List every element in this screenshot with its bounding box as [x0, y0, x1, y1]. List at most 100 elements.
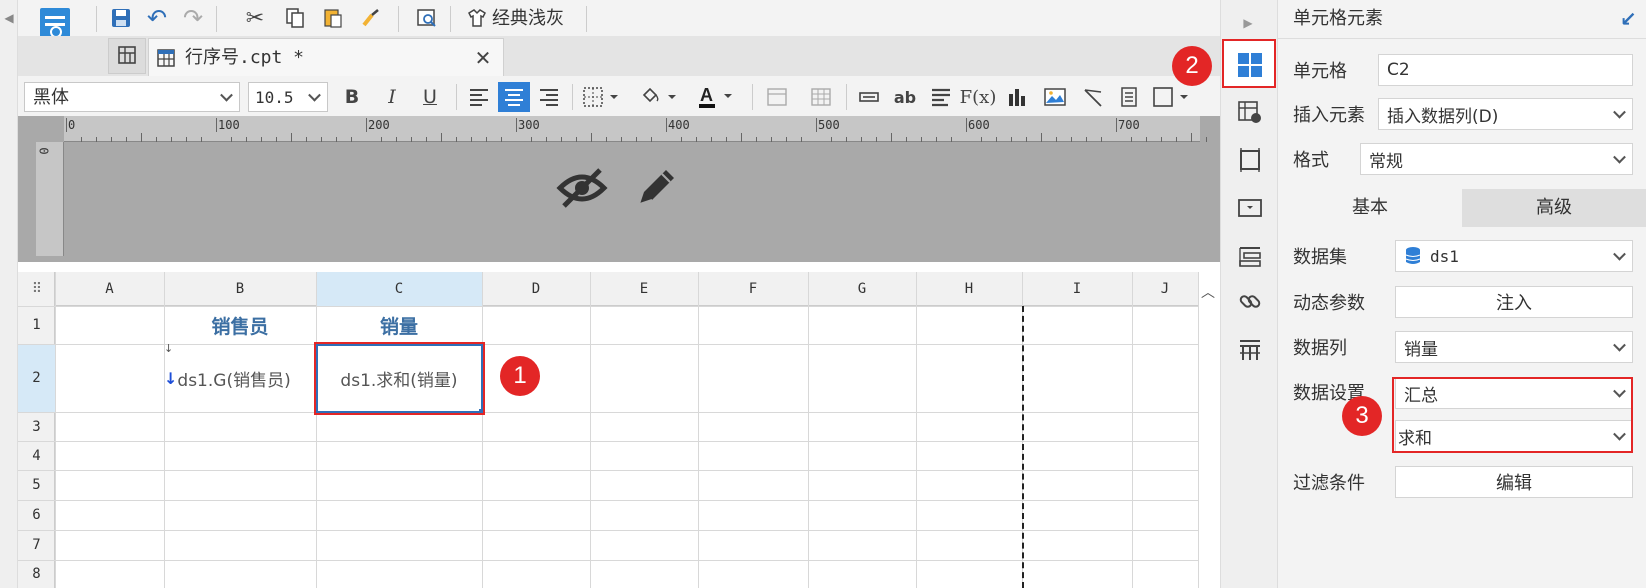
cell-field[interactable]: C2: [1378, 54, 1633, 86]
column-header-b[interactable]: B: [164, 272, 316, 306]
copy-icon[interactable]: [280, 4, 310, 32]
toolbar-separator: [752, 84, 753, 110]
ruler-tick: [591, 133, 592, 142]
subreport-icon[interactable]: [1114, 82, 1144, 112]
grid-row-line: [18, 441, 1198, 442]
column-header-h[interactable]: H: [916, 272, 1022, 306]
cell-attribute-icon[interactable]: [1234, 96, 1266, 128]
more-insert-icon[interactable]: [1148, 82, 1196, 112]
redo-icon[interactable]: ↷: [178, 4, 208, 32]
chart-icon[interactable]: [1002, 82, 1032, 112]
tab-advanced[interactable]: 高级: [1462, 189, 1646, 227]
data-column-select[interactable]: 销量: [1395, 331, 1633, 363]
frame-icon[interactable]: [1234, 144, 1266, 176]
column-label: 数据列: [1293, 338, 1347, 359]
row-header-5[interactable]: 5: [18, 470, 55, 500]
theme-shirt-icon[interactable]: [464, 4, 490, 32]
border-icon[interactable]: [580, 82, 624, 112]
dataset-label: 数据集: [1293, 247, 1347, 268]
font-name-select[interactable]: 黑体: [24, 82, 240, 112]
ruler-tick: [921, 137, 922, 142]
expand-right-icon[interactable]: ▶: [1236, 12, 1260, 34]
split-cells-icon[interactable]: [806, 82, 836, 112]
dataset-select[interactable]: ds1: [1395, 240, 1633, 272]
scroll-up-icon[interactable]: ︿: [1198, 282, 1218, 302]
column-header-i[interactable]: I: [1022, 272, 1132, 306]
ruler-tick: [816, 118, 817, 132]
text-field-icon[interactable]: [854, 82, 884, 112]
align-center-icon[interactable]: [498, 82, 530, 112]
widget-icon[interactable]: [1234, 192, 1266, 224]
column-header-e[interactable]: E: [590, 272, 698, 306]
merge-cells-icon[interactable]: [762, 82, 792, 112]
row-header-7[interactable]: 7: [18, 530, 55, 560]
hide-eye-icon[interactable]: [556, 164, 608, 212]
edit-pencil-icon[interactable]: [632, 164, 680, 212]
underline-button[interactable]: U: [416, 82, 444, 112]
font-color-icon[interactable]: A: [694, 82, 740, 112]
format-painter-icon[interactable]: [356, 4, 386, 32]
formula-button[interactable]: F(x): [960, 82, 997, 112]
font-size-select[interactable]: 10.5: [248, 82, 328, 112]
select-all-icon[interactable]: ⠿: [18, 272, 55, 306]
tab-sheet-toggle[interactable]: [108, 38, 146, 74]
close-tab-icon[interactable]: ✕: [473, 45, 493, 71]
row-header-2[interactable]: 2: [18, 344, 55, 412]
theme-label[interactable]: 经典浅灰: [492, 6, 564, 32]
toolbar-separator: [572, 84, 573, 110]
database-icon: [1405, 247, 1421, 264]
tab-basic[interactable]: 基本: [1278, 189, 1462, 227]
column-header-f[interactable]: F: [698, 272, 808, 306]
grid-row-line: [18, 500, 1198, 501]
ruler-tick: [516, 118, 517, 132]
panel-collapse-icon[interactable]: ↙: [1620, 6, 1642, 32]
fill-color-icon[interactable]: [636, 82, 682, 112]
ruler-tick: [1026, 137, 1027, 142]
row-header-4[interactable]: 4: [18, 441, 55, 470]
column-header-j[interactable]: J: [1132, 272, 1198, 306]
bold-button[interactable]: B: [338, 82, 366, 112]
ab-text-button[interactable]: ab: [890, 82, 920, 112]
align-right-icon[interactable]: [534, 82, 564, 112]
grid-row-line: [18, 470, 1198, 471]
inject-button[interactable]: 注入: [1395, 286, 1633, 318]
row-header-1[interactable]: 1: [18, 306, 55, 344]
italic-button[interactable]: I: [378, 82, 406, 112]
format-select[interactable]: 常规: [1360, 143, 1633, 175]
collapse-left-icon[interactable]: ◀: [0, 8, 18, 28]
row-header-6[interactable]: 6: [18, 500, 55, 530]
column-header-g[interactable]: G: [808, 272, 916, 306]
align-left-icon[interactable]: [464, 82, 494, 112]
cut-icon[interactable]: ✂: [240, 4, 270, 32]
column-header-d[interactable]: D: [482, 272, 590, 306]
row-header-3[interactable]: 3: [18, 412, 55, 441]
undo-icon[interactable]: ↶: [142, 4, 172, 32]
column-header-c[interactable]: C: [316, 272, 482, 306]
insert-element-select[interactable]: 插入数据列(D): [1378, 98, 1633, 130]
chevron-down-icon: [220, 88, 233, 102]
hyperlink-icon[interactable]: [1234, 286, 1266, 318]
column-header-a[interactable]: A: [55, 272, 164, 306]
ruler-tick: [786, 137, 787, 142]
rich-text-icon[interactable]: [926, 82, 956, 112]
ruler-tick: [396, 137, 397, 142]
paste-icon[interactable]: [318, 4, 348, 32]
diagonal-line-icon[interactable]: [1078, 82, 1108, 112]
ruler-tick: [651, 137, 652, 142]
cell-b2-text: ds1.G(销售员): [177, 370, 291, 391]
tab-file[interactable]: 行序号.cpt * ✕: [148, 38, 504, 76]
cell-b2-parent-arrow-icon: ↓: [164, 342, 174, 355]
filter-edit-button[interactable]: 编辑: [1395, 466, 1633, 498]
image-icon[interactable]: [1040, 82, 1070, 112]
save-icon[interactable]: [106, 4, 136, 32]
cell-b2[interactable]: ↓ ds1.G(销售员): [164, 344, 316, 412]
cell-b1[interactable]: 销售员: [164, 306, 316, 344]
condition-attribute-icon[interactable]: [1234, 240, 1266, 272]
ruler-tick: [66, 118, 67, 132]
table-header-icon[interactable]: [1234, 334, 1266, 366]
cell-c1[interactable]: 销量: [316, 306, 482, 344]
annotation-box-3: [1392, 377, 1633, 453]
preview-icon[interactable]: [412, 4, 442, 32]
row-header-8[interactable]: 8: [18, 560, 55, 588]
ruler-tick: [231, 137, 232, 142]
